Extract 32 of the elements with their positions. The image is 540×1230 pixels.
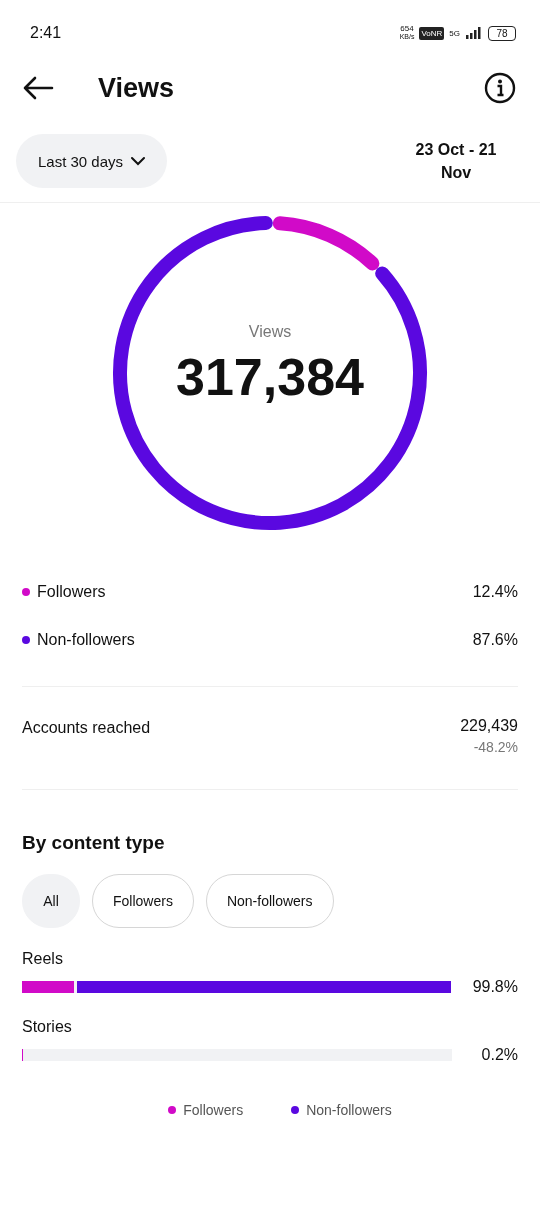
metric-value: 229,439 (460, 717, 518, 735)
filter-chip[interactable]: All (22, 874, 80, 928)
network-badge: VoNR (419, 26, 445, 40)
back-button[interactable] (22, 76, 54, 100)
info-icon (484, 72, 516, 104)
metric-label: Accounts reached (22, 719, 151, 738)
views-total: 317,384 (175, 347, 365, 407)
percentage-value: 99.8% (472, 978, 518, 996)
info-button[interactable] (484, 72, 516, 104)
date-range-dropdown[interactable]: Last 30 days (16, 134, 168, 188)
signal-icon (465, 26, 483, 40)
percentage-value: 87.6% (472, 630, 518, 649)
legend-label: Followers (37, 582, 107, 601)
chevron-down-icon (131, 156, 146, 166)
date-range-text: 23 Oct - 21 Nov (414, 140, 498, 183)
donut-label: Views (247, 323, 293, 341)
battery-indicator: 78 (488, 25, 516, 41)
legend-label: Non-followers (306, 1102, 392, 1118)
legend-label: Followers (183, 1102, 244, 1118)
percentage-value: 0.2% (480, 1046, 518, 1064)
page-title: Views (98, 72, 176, 104)
status-time: 2:41 (30, 24, 62, 42)
content-label: Reels (22, 950, 64, 968)
section-title: By content type (22, 832, 166, 854)
back-arrow-icon (22, 76, 54, 100)
network-type: 5G (449, 28, 460, 38)
content-label: Stories (22, 1018, 73, 1036)
legend-label: Non-followers (37, 630, 136, 649)
percentage-value: 12.4% (472, 582, 518, 601)
metric-change: -48.2% (473, 739, 518, 755)
filter-chip[interactable]: Non-followers (205, 874, 334, 928)
filter-chip[interactable]: Followers (92, 874, 194, 928)
